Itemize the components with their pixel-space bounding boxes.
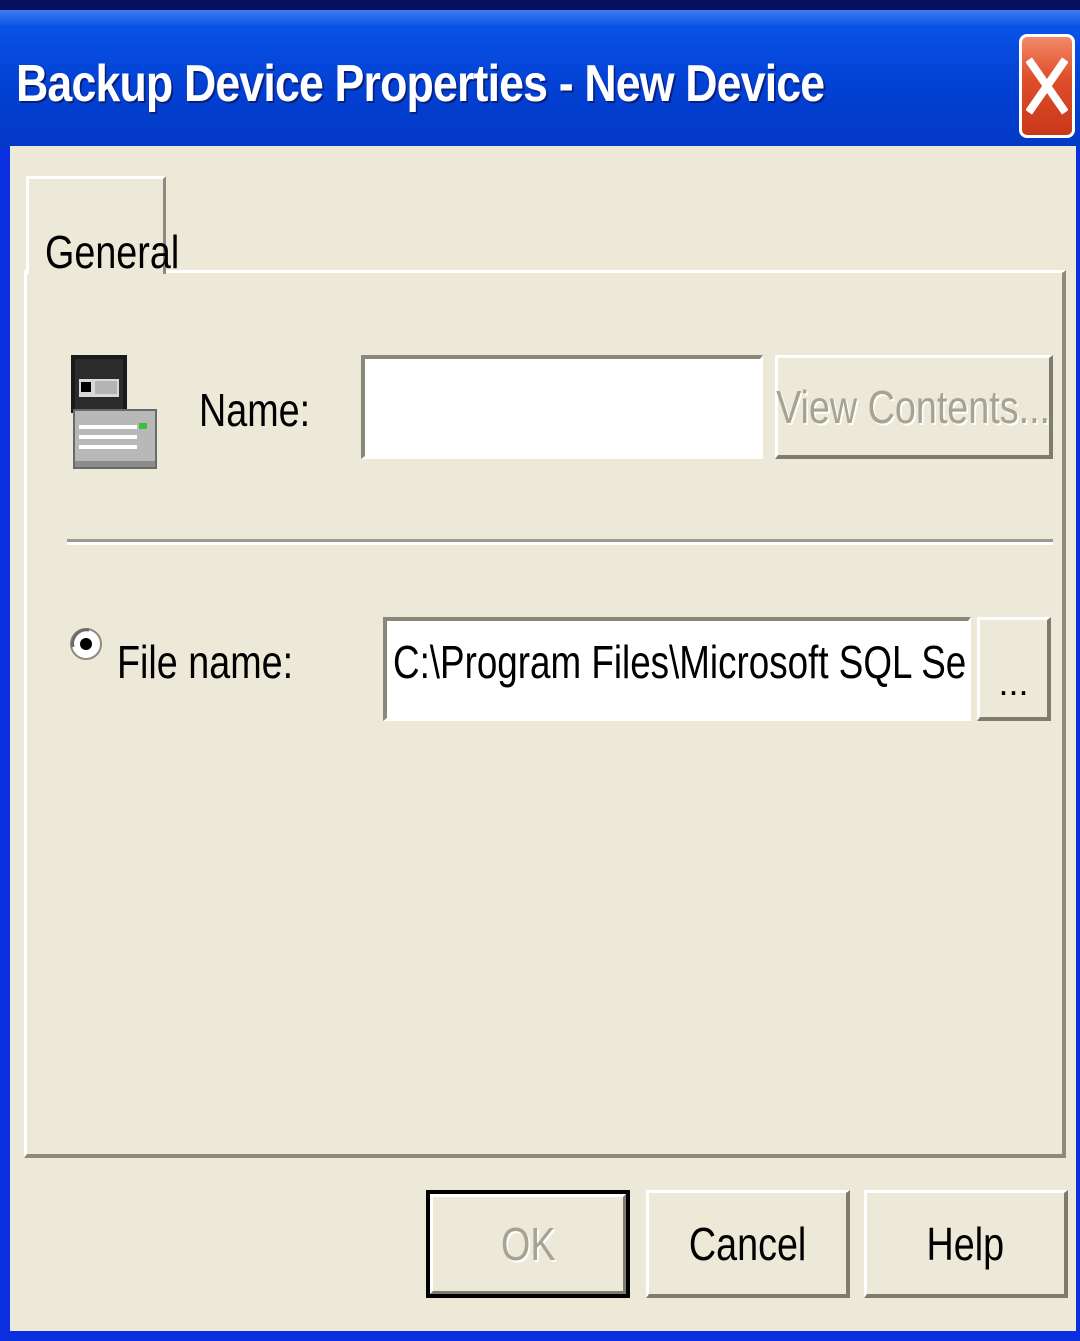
dialog-client-area: General Name: View Contents... File name… — [10, 146, 1076, 1331]
file-name-label: File name: — [117, 636, 294, 688]
window-title: Backup Device Properties - New Device — [16, 55, 825, 113]
title-bar[interactable]: Backup Device Properties - New Device — [0, 10, 1080, 148]
close-icon — [1026, 57, 1068, 115]
cancel-button[interactable]: Cancel — [646, 1190, 850, 1298]
close-button[interactable] — [1019, 34, 1075, 138]
browse-button[interactable]: ... — [977, 617, 1051, 721]
file-name-value: C:\Program Files\Microsoft SQL Server\MS… — [393, 636, 968, 688]
file-name-input[interactable]: C:\Program Files\Microsoft SQL Server\MS… — [383, 617, 971, 721]
help-button[interactable]: Help — [864, 1190, 1068, 1298]
name-label: Name: — [199, 384, 311, 436]
dialog-window: Backup Device Properties - New Device Ge… — [0, 0, 1080, 1341]
ok-button[interactable]: OK — [426, 1190, 630, 1298]
tab-general[interactable]: General — [26, 176, 179, 278]
browse-label: ... — [998, 661, 1029, 703]
view-contents-label: View Contents... — [776, 380, 1051, 433]
help-label: Help — [926, 1217, 1005, 1270]
view-contents-button[interactable]: View Contents... — [775, 355, 1053, 459]
tab-general-label: General — [45, 226, 180, 278]
window-frame-top — [0, 0, 1080, 10]
name-input[interactable] — [361, 355, 763, 459]
file-name-radio[interactable] — [69, 627, 103, 661]
separator-line — [67, 539, 1053, 545]
ok-label: OK — [500, 1218, 556, 1270]
cancel-label: Cancel — [688, 1217, 807, 1270]
general-tab-panel: Name: View Contents... File name: C:\Pro… — [24, 270, 1066, 1158]
backup-device-icon — [71, 355, 157, 469]
